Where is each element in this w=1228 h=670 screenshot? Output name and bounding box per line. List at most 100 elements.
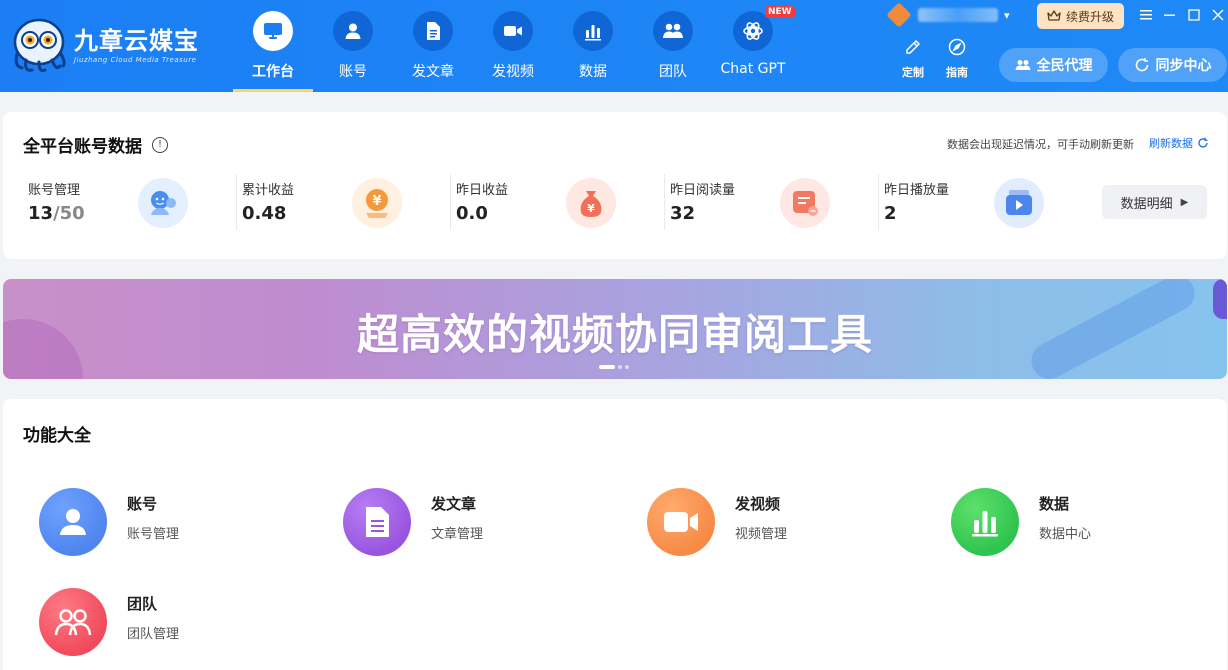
play-icon <box>994 178 1044 228</box>
carousel-dot[interactable] <box>625 365 629 369</box>
custom-label: 定制 <box>902 66 924 79</box>
refresh-label: 刷新数据 <box>1149 137 1193 150</box>
crown-icon <box>1047 10 1061 21</box>
stat-value: 0.0 <box>456 203 488 224</box>
stat-yesterday-plays[interactable]: 昨日播放量 2 <box>859 174 1059 230</box>
coin-icon: ¥ <box>352 178 402 228</box>
nav-label: 账号 <box>339 64 367 80</box>
sync-icon <box>1135 58 1148 72</box>
sync-label: 同步中心 <box>1155 58 1212 74</box>
renew-label: 续费升级 <box>1066 9 1115 24</box>
stat-label: 累计收益 <box>242 183 295 198</box>
promo-banner[interactable]: 超高效的视频协同审阅工具 <box>3 279 1227 379</box>
platform-stats-card: 全平台账号数据 ! 数据会出现延迟情况，可手动刷新更新 刷新数据 账号管理 13… <box>3 112 1227 259</box>
read-icon <box>780 178 830 228</box>
guide-label: 指南 <box>946 66 968 79</box>
function-desc: 账号管理 <box>127 527 180 542</box>
nav-tab-article[interactable]: 发文章 <box>393 0 473 92</box>
delay-note: 数据会出现延迟情况，可手动刷新更新 <box>947 138 1134 151</box>
function-name: 团队 <box>127 595 158 613</box>
renew-upgrade-button[interactable]: 续费升级 <box>1037 3 1125 29</box>
stat-label: 昨日收益 <box>456 183 509 198</box>
document-icon <box>343 488 411 556</box>
stat-account-management[interactable]: 账号管理 13/50 <box>3 174 203 230</box>
new-badge: NEW <box>765 6 795 18</box>
sync-center-button[interactable]: 同步中心 <box>1118 48 1227 82</box>
refresh-icon <box>1198 137 1208 148</box>
carousel-dot[interactable] <box>618 365 622 369</box>
data-details-button[interactable]: 数据明细 ▶ <box>1102 185 1207 219</box>
carousel-dot[interactable] <box>599 365 615 369</box>
function-article[interactable]: 发文章 文章管理 <box>343 488 603 558</box>
nav-label: 工作台 <box>252 64 294 80</box>
function-desc: 数据中心 <box>1039 527 1092 542</box>
function-desc: 文章管理 <box>431 527 484 542</box>
functions-title: 功能大全 <box>23 426 91 446</box>
nav-label: 数据 <box>579 64 607 80</box>
function-data[interactable]: 数据 数据中心 <box>951 488 1211 558</box>
minimize-icon[interactable] <box>1158 4 1182 26</box>
function-account[interactable]: 账号 账号管理 <box>39 488 299 558</box>
stat-yesterday-earnings[interactable]: 昨日收益 0.0 ¥ <box>431 174 631 230</box>
compass-icon <box>948 38 966 56</box>
function-name: 数据 <box>1039 495 1070 513</box>
stats-title: 全平台账号数据 <box>23 137 142 157</box>
username-redacted <box>918 8 998 22</box>
octopus-mascot-icon <box>10 16 68 74</box>
vip-flag-icon <box>886 2 912 28</box>
pencil-ruler-icon <box>906 39 921 54</box>
top-bar: 九章云媒宝 Jiuzhang Cloud Media Treasure 工作台 … <box>0 0 1228 92</box>
stat-label: 昨日阅读量 <box>670 183 736 198</box>
menu-icon[interactable] <box>1134 4 1158 26</box>
function-name: 账号 <box>127 495 158 513</box>
stat-total-earnings[interactable]: 累计收益 0.48 ¥ <box>217 174 417 230</box>
stat-label: 昨日播放量 <box>884 183 950 198</box>
stat-value: 32 <box>670 203 696 224</box>
nav-label: Chat GPT <box>720 61 786 77</box>
close-icon[interactable] <box>1206 4 1228 26</box>
carousel-indicator <box>599 365 632 369</box>
nav-tab-data[interactable]: 数据 <box>553 0 633 92</box>
bar-chart-icon <box>573 11 613 51</box>
function-team[interactable]: 团队 团队管理 <box>39 588 299 658</box>
agent-label: 全民代理 <box>1036 58 1093 74</box>
nav-tab-video[interactable]: 发视频 <box>473 0 553 92</box>
stat-yesterday-reads[interactable]: 昨日阅读量 32 <box>645 174 845 230</box>
nav-tab-workbench[interactable]: 工作台 <box>233 0 313 92</box>
banner-text: 超高效的视频协同审阅工具 <box>356 310 873 359</box>
agent-button[interactable]: 全民代理 <box>999 48 1108 82</box>
logo-title: 九章云媒宝 <box>74 27 199 55</box>
guide-button[interactable]: 指南 <box>939 38 975 80</box>
function-desc: 团队管理 <box>127 627 180 642</box>
maximize-icon[interactable] <box>1182 4 1206 26</box>
app-logo[interactable]: 九章云媒宝 Jiuzhang Cloud Media Treasure <box>10 16 199 74</box>
people-icon <box>1015 60 1030 70</box>
refresh-data-link[interactable]: 刷新数据 <box>1149 135 1209 151</box>
user-menu[interactable]: ▾ <box>886 2 1020 28</box>
caret-down-icon: ▾ <box>1004 8 1010 22</box>
team-icon <box>39 588 107 656</box>
logo-subtitle: Jiuzhang Cloud Media Treasure <box>74 56 197 64</box>
functions-card: 功能大全 账号 账号管理 发文章 文章管理 发视频 视频管理 数据 数据中心 团… <box>3 399 1227 670</box>
money-bag-icon: ¥ <box>566 178 616 228</box>
function-name: 发视频 <box>735 495 781 513</box>
info-icon[interactable]: ! <box>152 136 168 153</box>
document-icon <box>413 11 453 51</box>
function-video[interactable]: 发视频 视频管理 <box>647 488 907 558</box>
nav-tab-team[interactable]: 团队 <box>633 0 713 92</box>
monitor-icon <box>253 11 293 51</box>
function-desc: 视频管理 <box>735 527 788 542</box>
custom-button[interactable]: 定制 <box>895 38 931 80</box>
user-icon <box>333 11 373 51</box>
stat-value: 2 <box>884 203 897 224</box>
nav-label: 团队 <box>659 64 687 80</box>
svg-text:¥: ¥ <box>372 194 381 209</box>
stat-value: 0.48 <box>242 203 287 224</box>
video-camera-icon <box>647 488 715 556</box>
team-icon <box>653 11 693 51</box>
nav-tab-account[interactable]: 账号 <box>313 0 393 92</box>
nav-tab-chatgpt[interactable]: Chat GPT NEW <box>713 0 795 92</box>
video-camera-icon <box>493 11 533 51</box>
bar-chart-icon <box>951 488 1019 556</box>
play-arrow-icon: ▶ <box>1180 196 1189 208</box>
